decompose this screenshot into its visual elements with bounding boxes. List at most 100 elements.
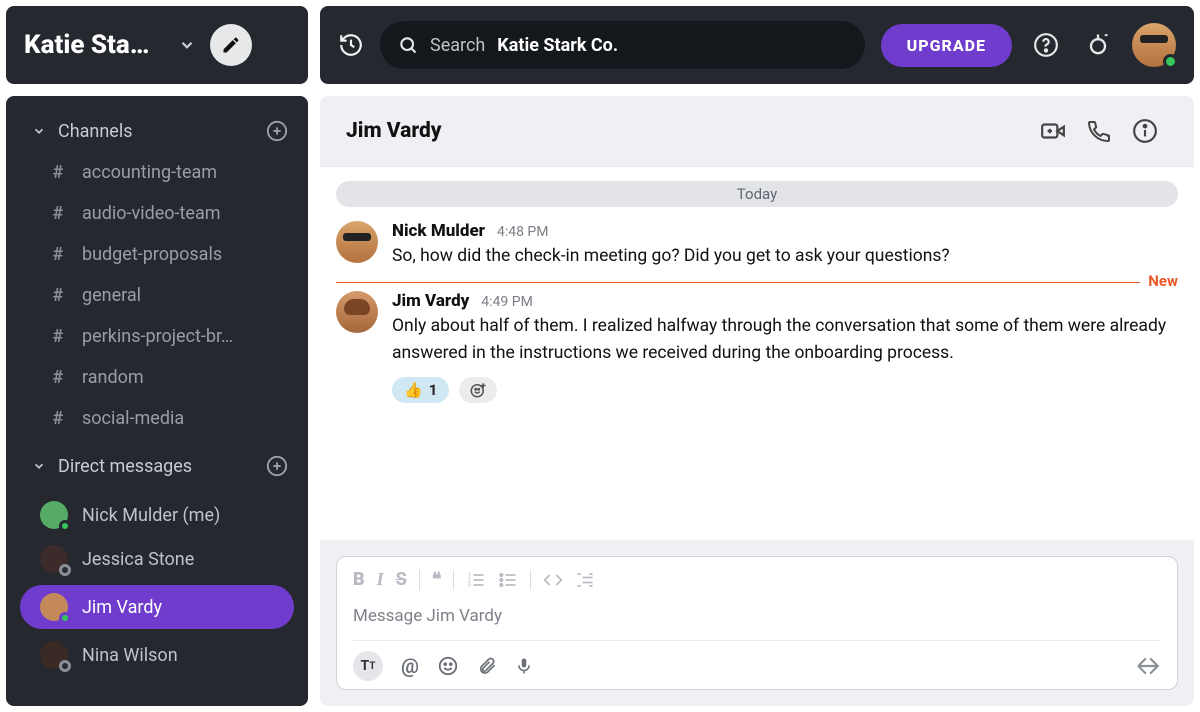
dm-item-active[interactable]: Jim Vardy: [20, 585, 294, 629]
reaction[interactable]: 👍1: [392, 377, 449, 403]
channel-item[interactable]: # perkins-project-br…: [6, 316, 308, 357]
channel-item[interactable]: # social-media: [6, 398, 308, 439]
toggle-formatting-icon[interactable]: TT: [353, 651, 383, 681]
channel-name: budget-proposals: [82, 244, 222, 265]
message-author[interactable]: Jim Vardy: [392, 291, 469, 311]
audio-icon[interactable]: [515, 655, 533, 677]
channel-item[interactable]: # general: [6, 275, 308, 316]
channels-label: Channels: [58, 121, 266, 142]
date-separator-label: Today: [336, 181, 1178, 207]
user-avatar[interactable]: [1132, 23, 1176, 67]
chevron-down-icon: [32, 124, 46, 138]
new-messages-separator: New: [336, 282, 1178, 283]
hash-icon: #: [50, 244, 66, 265]
dm-name: Jim Vardy: [82, 597, 162, 618]
dms-section-header[interactable]: Direct messages: [6, 449, 308, 487]
mention-icon[interactable]: @: [401, 654, 419, 678]
reaction-emoji: 👍: [404, 381, 423, 399]
message-text: So, how did the check-in meeting go? Did…: [392, 243, 1178, 270]
avatar[interactable]: [336, 221, 378, 263]
hash-icon: #: [50, 285, 66, 306]
codeblock-icon[interactable]: [575, 570, 595, 590]
phone-call-icon[interactable]: [1076, 119, 1122, 143]
channel-item[interactable]: # audio-video-team: [6, 193, 308, 234]
message-input[interactable]: Message Jim Vardy: [353, 598, 1161, 640]
hash-icon: #: [50, 203, 66, 224]
workspace-name: Katie Sta…: [24, 30, 174, 60]
hash-icon: #: [50, 162, 66, 183]
ordered-list-icon[interactable]: 123: [466, 570, 486, 590]
attachment-icon[interactable]: [477, 655, 497, 677]
channel-item[interactable]: # accounting-team: [6, 152, 308, 193]
channels-section-header[interactable]: Channels: [6, 114, 308, 152]
format-toolbar: B I S ❝ 123: [353, 567, 1161, 598]
send-button[interactable]: [1135, 653, 1161, 679]
channel-name: accounting-team: [82, 162, 217, 183]
avatar: [40, 593, 68, 621]
conversation-title[interactable]: Jim Vardy: [346, 119, 1030, 143]
presence-indicator: [59, 612, 71, 624]
video-call-icon[interactable]: [1030, 118, 1076, 144]
presence-indicator: [59, 520, 71, 532]
avatar[interactable]: [336, 291, 378, 333]
dm-item[interactable]: Nick Mulder (me): [6, 493, 308, 537]
search-scope: Katie Stark Co.: [497, 35, 618, 56]
dm-name: Nina Wilson: [82, 645, 178, 666]
dms-label: Direct messages: [58, 456, 266, 477]
bullet-list-icon[interactable]: [498, 570, 518, 590]
channel-item[interactable]: # budget-proposals: [6, 234, 308, 275]
add-reaction-button[interactable]: [459, 377, 497, 403]
channel-name: audio-video-team: [82, 203, 221, 224]
message-time: 4:48 PM: [497, 224, 549, 240]
svg-text:3: 3: [468, 582, 471, 588]
dm-name: Jessica Stone: [82, 549, 194, 570]
sidebar: Channels # accounting-team # audio-video-t…: [6, 96, 308, 706]
code-icon[interactable]: [543, 570, 563, 590]
dm-item[interactable]: Nina Wilson: [6, 633, 308, 677]
avatar: [40, 545, 68, 573]
avatar: [40, 501, 68, 529]
search-input[interactable]: Search Katie Stark Co.: [380, 21, 865, 69]
date-separator: Today: [320, 167, 1194, 213]
message-text: Only about half of them. I realized half…: [392, 313, 1178, 367]
hash-icon: #: [50, 408, 66, 429]
strike-icon[interactable]: S: [396, 569, 407, 590]
channel-name: perkins-project-br…: [82, 326, 233, 347]
dm-item[interactable]: Jessica Stone: [6, 537, 308, 581]
quote-icon[interactable]: ❝: [432, 569, 442, 590]
workspace-switcher[interactable]: Katie Sta…: [6, 6, 308, 84]
conversation-header: Jim Vardy: [320, 96, 1194, 167]
channel-name: social-media: [82, 408, 184, 429]
whats-new-icon[interactable]: [1080, 31, 1116, 59]
channel-name: general: [82, 285, 141, 306]
compose-button[interactable]: [210, 24, 252, 66]
top-bar: Search Katie Stark Co. UPGRADE: [320, 6, 1194, 84]
history-icon[interactable]: [338, 32, 364, 58]
add-channel-button[interactable]: [266, 120, 288, 142]
info-icon[interactable]: [1122, 118, 1168, 144]
channel-item[interactable]: # random: [6, 357, 308, 398]
composer: B I S ❝ 123 Message Jim Vardy TT @: [320, 540, 1194, 706]
message-author[interactable]: Nick Mulder: [392, 221, 485, 241]
dm-name: Nick Mulder (me): [82, 505, 220, 526]
bold-icon[interactable]: B: [353, 569, 365, 590]
message-time: 4:49 PM: [481, 294, 533, 310]
hash-icon: #: [50, 326, 66, 347]
hash-icon: #: [50, 367, 66, 388]
new-label: New: [1140, 272, 1178, 290]
help-icon[interactable]: [1028, 32, 1064, 58]
chevron-down-icon: [178, 36, 196, 54]
reaction-count: 1: [429, 381, 438, 399]
message: Jim Vardy 4:49 PM Only about half of the…: [320, 283, 1194, 409]
emoji-icon[interactable]: [437, 655, 459, 677]
presence-indicator: [59, 660, 71, 672]
channel-name: random: [82, 367, 144, 388]
search-icon: [398, 35, 418, 55]
chevron-down-icon: [32, 459, 46, 473]
search-label: Search: [430, 35, 485, 56]
presence-indicator: [1163, 54, 1178, 69]
add-dm-button[interactable]: [266, 455, 288, 477]
conversation-pane: Jim Vardy Today Nick Mulder 4:48 PM So, …: [320, 96, 1194, 706]
upgrade-button[interactable]: UPGRADE: [881, 24, 1012, 67]
italic-icon[interactable]: I: [377, 569, 384, 590]
